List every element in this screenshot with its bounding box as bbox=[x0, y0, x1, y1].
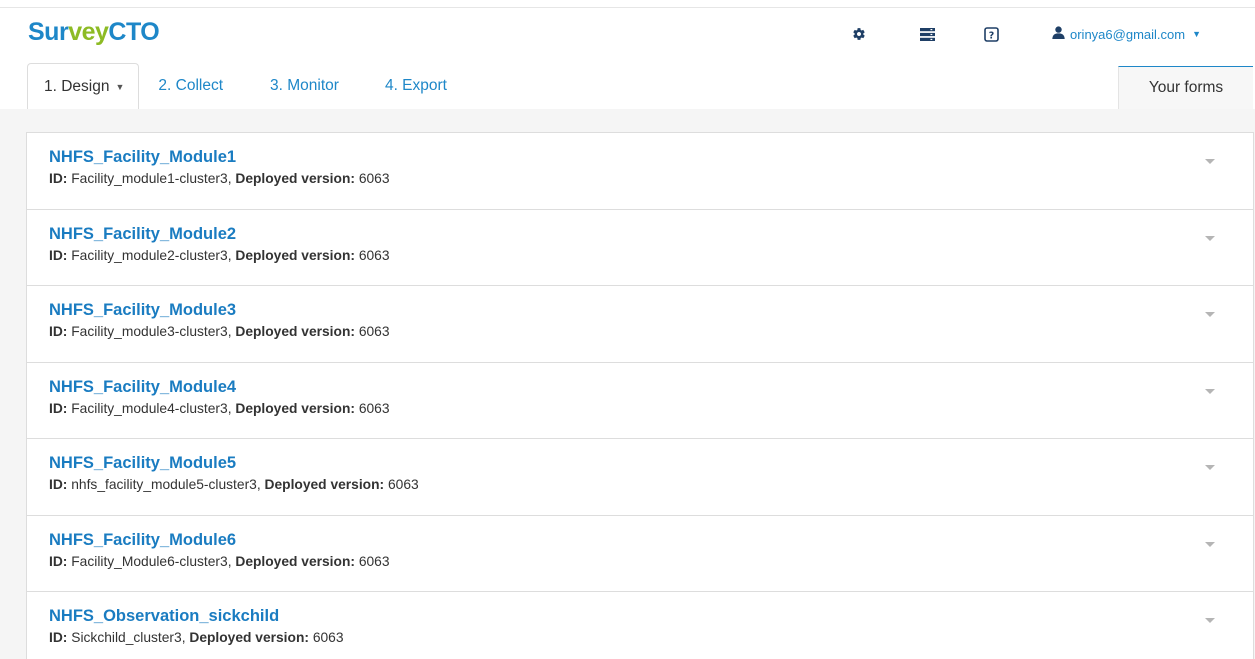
logo-part-3: CTO bbox=[108, 18, 160, 46]
form-title[interactable]: NHFS_Facility_Module6 bbox=[49, 529, 1253, 551]
account-email: orinya6@gmail.com bbox=[1070, 26, 1186, 42]
chevron-down-icon[interactable] bbox=[1205, 235, 1215, 241]
deployed-version-label: Deployed version: bbox=[235, 553, 355, 569]
form-id-label: ID: bbox=[49, 477, 68, 492]
deployed-version-label: Deployed version: bbox=[235, 171, 355, 186]
form-id: Facility_module1-cluster3 bbox=[71, 171, 228, 186]
chevron-down-icon[interactable] bbox=[1205, 312, 1215, 317]
form-meta: ID: Facility_module2-cluster3, Deployed … bbox=[49, 247, 390, 263]
form-list-item[interactable]: NHFS_Facility_Module5 ID: nhfs_facility_… bbox=[27, 439, 1253, 516]
deployed-version: 6063 bbox=[358, 171, 390, 186]
form-id-label: ID: bbox=[49, 400, 68, 416]
form-id: Sickchild_cluster3 bbox=[71, 630, 182, 645]
form-id-label: ID: bbox=[49, 553, 68, 569]
help-icon[interactable]: ? bbox=[982, 25, 1000, 43]
form-id: Facility_module4-cluster3 bbox=[71, 400, 228, 416]
form-id: Facility_module2-cluster3 bbox=[71, 247, 228, 263]
tab-collect-label: 2. Collect bbox=[158, 77, 224, 94]
svg-text:?: ? bbox=[988, 30, 994, 41]
form-title[interactable]: NHFS_Facility_Module3 bbox=[49, 299, 1253, 321]
tab-design[interactable]: 1. Design ▼ bbox=[27, 63, 140, 109]
logo-part-1: Sur bbox=[28, 18, 69, 46]
form-id: Facility_Module6-cluster3 bbox=[71, 553, 228, 569]
chevron-down-icon: ▼ bbox=[1192, 29, 1201, 39]
chevron-down-icon[interactable] bbox=[1205, 465, 1215, 470]
surveycto-logo[interactable]: SurveyCTO bbox=[28, 17, 160, 47]
form-meta: ID: Facility_module4-cluster3, Deployed … bbox=[49, 400, 390, 416]
form-id-label: ID: bbox=[49, 324, 68, 339]
form-meta: ID: Facility_module1-cluster3, Deployed … bbox=[49, 171, 390, 186]
deployed-version: 6063 bbox=[358, 400, 390, 416]
tab-monitor-label: 3. Monitor bbox=[270, 77, 339, 94]
form-list-item[interactable]: NHFS_Observation_sickchild ID: Sickchild… bbox=[27, 592, 1253, 659]
tab-export-label: 4. Export bbox=[384, 77, 447, 94]
deployed-version: 6063 bbox=[387, 477, 419, 492]
form-id: nhfs_facility_module5-cluster3 bbox=[71, 477, 257, 492]
form-list-item[interactable]: NHFS_Facility_Module1 ID: Facility_modul… bbox=[27, 133, 1253, 210]
form-title[interactable]: NHFS_Facility_Module2 bbox=[49, 223, 1253, 245]
chevron-down-icon[interactable] bbox=[1205, 388, 1215, 394]
deployed-version: 6063 bbox=[358, 553, 390, 569]
form-title[interactable]: NHFS_Observation_sickchild bbox=[49, 605, 1253, 627]
main-tabs: 1. Design ▼ 2. Collect 3. Monitor 4. Exp… bbox=[27, 63, 467, 109]
top-bar: SurveyCTO ? orinya6@gmail.com ▼ 1. Desig… bbox=[0, 0, 1255, 109]
tab-collect[interactable]: 2. Collect bbox=[139, 63, 243, 109]
form-id: Facility_module3-cluster3 bbox=[71, 324, 228, 339]
tab-design-label: 1. Design bbox=[44, 77, 110, 95]
deployed-version-label: Deployed version: bbox=[189, 630, 309, 645]
user-icon bbox=[1052, 26, 1065, 42]
top-divider bbox=[0, 7, 1255, 8]
form-id-label: ID: bbox=[49, 630, 68, 645]
deployed-version: 6063 bbox=[358, 247, 390, 263]
tab-export[interactable]: 4. Export bbox=[359, 63, 467, 109]
form-meta: ID: Facility_module3-cluster3, Deployed … bbox=[49, 324, 390, 339]
chevron-down-icon[interactable] bbox=[1205, 618, 1215, 623]
logo-part-2: vey bbox=[68, 18, 109, 46]
deployed-version-label: Deployed version: bbox=[235, 400, 355, 416]
deployed-version: 6063 bbox=[358, 324, 390, 339]
deployed-version-label: Deployed version: bbox=[235, 247, 355, 263]
form-list-item[interactable]: NHFS_Facility_Module3 ID: Facility_modul… bbox=[27, 286, 1253, 363]
form-list-item[interactable]: NHFS_Facility_Module2 ID: Facility_modul… bbox=[27, 210, 1253, 286]
form-list-item[interactable]: NHFS_Facility_Module4 ID: Facility_modul… bbox=[27, 363, 1253, 439]
form-meta: ID: Facility_Module6-cluster3, Deployed … bbox=[49, 553, 390, 569]
page: SurveyCTO ? orinya6@gmail.com ▼ 1. Desig… bbox=[0, 0, 1255, 659]
deployed-version-label: Deployed version: bbox=[264, 477, 385, 492]
form-list-item[interactable]: NHFS_Facility_Module6 ID: Facility_Modul… bbox=[27, 516, 1253, 592]
form-meta: ID: Sickchild_cluster3, Deployed version… bbox=[49, 630, 344, 645]
form-title[interactable]: NHFS_Facility_Module5 bbox=[49, 452, 1253, 474]
your-forms-tab[interactable]: Your forms bbox=[1118, 66, 1253, 109]
chevron-down-icon: ▼ bbox=[115, 81, 125, 92]
chevron-down-icon[interactable] bbox=[1205, 159, 1215, 164]
form-title[interactable]: NHFS_Facility_Module4 bbox=[49, 376, 1253, 398]
deployed-version-label: Deployed version: bbox=[235, 324, 355, 339]
gear-icon[interactable] bbox=[850, 25, 868, 43]
form-meta: ID: nhfs_facility_module5-cluster3, Depl… bbox=[49, 477, 419, 492]
form-list: NHFS_Facility_Module1 ID: Facility_modul… bbox=[26, 132, 1254, 659]
form-id-label: ID: bbox=[49, 247, 68, 263]
your-forms-label: Your forms bbox=[1148, 79, 1224, 96]
account-menu[interactable]: orinya6@gmail.com ▼ bbox=[1052, 24, 1201, 44]
deployed-version: 6063 bbox=[312, 630, 344, 645]
server-stack-icon[interactable] bbox=[918, 25, 936, 43]
tab-monitor[interactable]: 3. Monitor bbox=[243, 63, 359, 109]
chevron-down-icon[interactable] bbox=[1205, 541, 1215, 547]
form-id-label: ID: bbox=[49, 171, 68, 186]
form-title[interactable]: NHFS_Facility_Module1 bbox=[49, 146, 1253, 168]
